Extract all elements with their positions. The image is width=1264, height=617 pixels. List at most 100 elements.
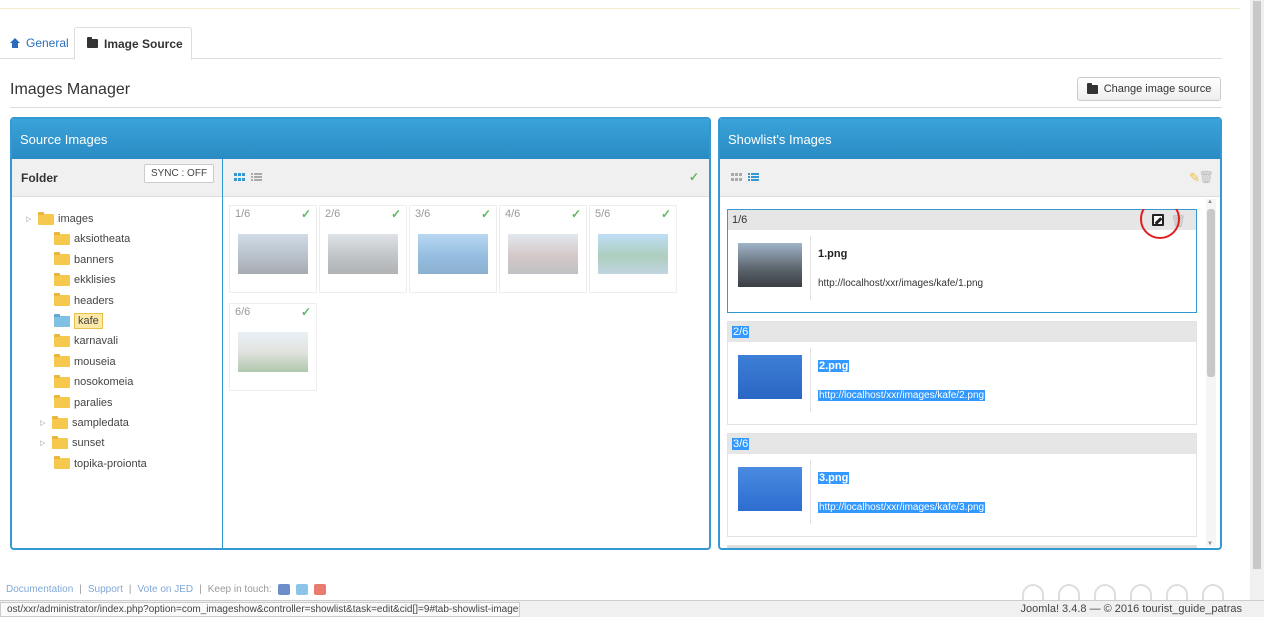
scroll-up-icon[interactable]: ▲ <box>1207 199 1213 205</box>
filename-wrap: 2.png <box>818 360 850 372</box>
keep-in-touch-label: Keep in touch: <box>207 584 272 595</box>
folder-item-label: nosokomeia <box>74 376 134 389</box>
facebook-icon[interactable] <box>277 584 290 595</box>
showlist-item-filename: 1.png <box>818 248 848 260</box>
showlist-images-panel: Showlist's Images ✎ 🗑 1/6 🗑 1.png http://lo… <box>718 117 1222 550</box>
folder-item-karnavali[interactable]: karnavali <box>54 331 118 351</box>
heading-divider <box>10 107 1222 108</box>
folder-item-nosokomeia[interactable]: nosokomeia <box>54 372 133 392</box>
showlist-item-index: 1/6 <box>732 214 748 226</box>
home-icon <box>10 38 20 48</box>
divider <box>810 236 811 300</box>
footer-faded-icons <box>1022 584 1224 600</box>
showlist-item-filename: 2.png <box>818 360 850 372</box>
folder-icon <box>54 272 70 286</box>
faded-icon <box>1094 584 1116 600</box>
showlist-scrollbar[interactable]: ▲ ▼ <box>1206 199 1216 547</box>
page-title: Images Manager <box>10 81 131 98</box>
change-image-source-label: Change image source <box>1103 83 1212 95</box>
check-icon[interactable]: ✓ <box>661 207 671 221</box>
source-images-header: Source Images <box>12 119 709 159</box>
folder-icon <box>54 293 70 307</box>
folder-column: Folder SYNC : OFF ▷ images aksiotheata bann… <box>12 159 223 548</box>
thumbnail-index: 1/6 <box>235 208 251 220</box>
folder-item-aksiotheata[interactable]: aksiotheata <box>54 229 130 249</box>
folder-item-label: images <box>58 213 94 225</box>
folder-item-paralies[interactable]: paralies <box>54 393 113 413</box>
folder-item-headers[interactable]: headers <box>54 291 114 311</box>
check-icon[interactable]: ✓ <box>391 207 401 221</box>
grid-view-icon[interactable] <box>731 173 742 182</box>
showlist-images-header: Showlist's Images <box>720 119 1220 159</box>
page-scrollbar[interactable] <box>1250 0 1264 600</box>
showlist-item-image <box>738 467 802 511</box>
folder-item-label: sampledata <box>72 417 129 429</box>
folder-icon <box>1086 82 1098 94</box>
tab-image-source[interactable]: Image Source <box>74 27 192 60</box>
change-image-source-button[interactable]: Change image source <box>1077 77 1221 101</box>
check-icon[interactable]: ✓ <box>301 207 311 221</box>
check-icon[interactable]: ✓ <box>301 305 311 319</box>
showlist-item-image <box>738 243 802 287</box>
tab-bar: General Image Source <box>0 27 1222 60</box>
scroll-down-icon[interactable]: ▼ <box>1207 541 1213 547</box>
folder-icon <box>54 252 70 266</box>
folder-item-topika-proionta[interactable]: topika-proionta <box>54 454 147 474</box>
folder-item-images[interactable]: ▷ images <box>26 209 93 229</box>
check-icon[interactable]: ✓ <box>689 170 699 184</box>
showlist-item[interactable]: 1/6 🗑 1.png http://localhost/xxr/images/kaf… <box>727 209 1197 313</box>
trash-icon[interactable]: 🗑 <box>1199 170 1214 184</box>
thumbnail-index: 5/6 <box>595 208 611 220</box>
folder-icon <box>54 456 70 470</box>
tab-general[interactable]: General <box>10 27 69 59</box>
thumbnail-image <box>508 234 578 274</box>
source-thumbnail[interactable]: 4/6 ✓ <box>499 205 587 293</box>
showlist-item-image <box>738 355 802 399</box>
showlist-item[interactable] <box>727 545 1197 548</box>
folder-item-label: ekklisies <box>74 274 116 287</box>
list-view-icon[interactable] <box>251 173 262 182</box>
showlist-item-bar: 3/6 <box>728 434 1196 454</box>
source-images-panel: Source Images Folder SYNC : OFF ▷ images a… <box>10 117 711 550</box>
twitter-icon[interactable] <box>295 584 308 595</box>
vote-jed-link[interactable]: Vote on JED <box>138 584 194 595</box>
expand-arrow-icon[interactable]: ▷ <box>26 215 34 223</box>
grid-view-icon[interactable] <box>234 173 245 182</box>
showlist-item[interactable]: 3/6 3.png http://localhost/xxr/images/kafe… <box>727 433 1197 537</box>
folder-item-mouseia[interactable]: mouseia <box>54 352 116 372</box>
documentation-link[interactable]: Documentation <box>6 584 73 595</box>
list-view-icon[interactable] <box>748 173 759 182</box>
check-icon[interactable]: ✓ <box>571 207 581 221</box>
showlist-item[interactable]: 2/6 2.png http://localhost/xxr/images/kafe… <box>727 321 1197 425</box>
thumbnail-image <box>328 234 398 274</box>
support-link[interactable]: Support <box>88 584 123 595</box>
footer-sep: | <box>199 584 202 595</box>
showlist-items: 1/6 🗑 1.png http://localhost/xxr/images/kaf… <box>727 209 1197 548</box>
folder-item-kafe[interactable]: kafe <box>54 311 103 331</box>
expand-arrow-icon[interactable]: ▷ <box>40 419 48 427</box>
page-scrollbar-thumb[interactable] <box>1252 0 1262 570</box>
faded-icon <box>1166 584 1188 600</box>
check-icon[interactable]: ✓ <box>481 207 491 221</box>
source-thumbnail[interactable]: 3/6 ✓ <box>409 205 497 293</box>
source-thumbnail[interactable]: 6/6 ✓ <box>229 303 317 391</box>
folder-item-ekklisies[interactable]: ekklisies <box>54 270 116 290</box>
showlist-item-bar <box>728 546 1196 548</box>
folder-item-banners[interactable]: banners <box>54 250 114 270</box>
expand-arrow-icon[interactable]: ▷ <box>40 439 48 447</box>
thumbnail-image <box>598 234 668 274</box>
thumbnail-index: 4/6 <box>505 208 521 220</box>
source-thumbnail[interactable]: 1/6 ✓ <box>229 205 317 293</box>
folder-item-sampledata[interactable]: ▷ sampledata <box>40 413 129 433</box>
folder-item-sunset[interactable]: ▷ sunset <box>40 433 104 453</box>
url-wrap: http://localhost/xxr/images/kafe/2.png <box>818 390 986 401</box>
showlist-item-index: 2/6 <box>732 326 750 338</box>
sync-toggle-button[interactable]: SYNC : OFF <box>144 164 214 183</box>
source-thumbnail[interactable]: 5/6 ✓ <box>589 205 677 293</box>
youtube-icon[interactable] <box>313 584 326 595</box>
faded-icon <box>1058 584 1080 600</box>
showlist-scrollbar-thumb[interactable] <box>1207 209 1215 377</box>
faded-icon <box>1130 584 1152 600</box>
tab-image-source-label: Image Source <box>104 36 183 51</box>
source-thumbnail[interactable]: 2/6 ✓ <box>319 205 407 293</box>
